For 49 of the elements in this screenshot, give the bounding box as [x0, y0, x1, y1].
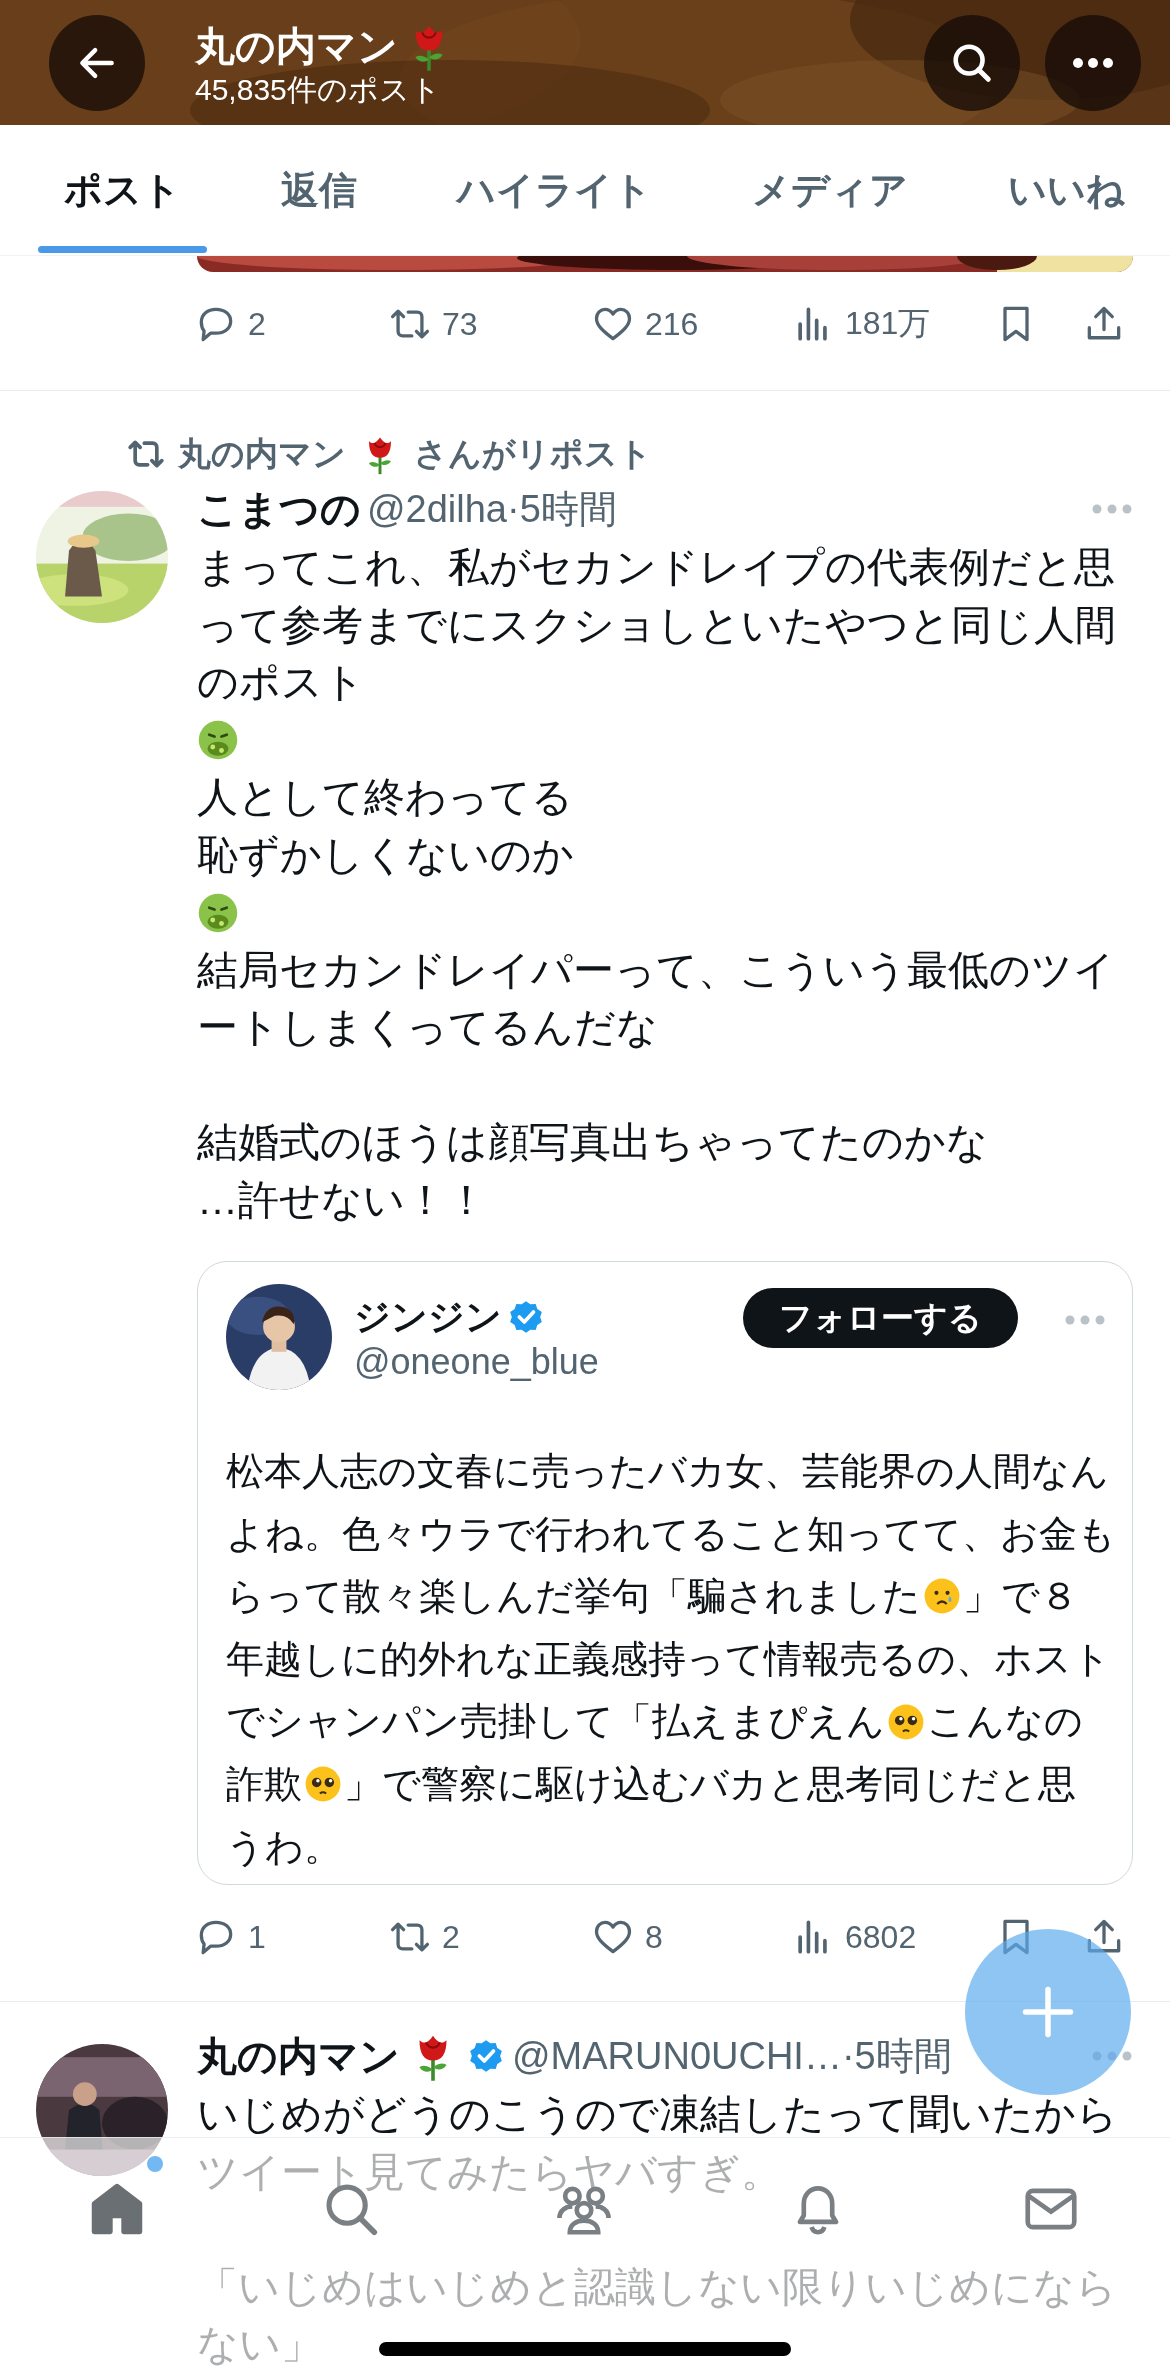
reposter-name[interactable]: 丸の内マン: [178, 431, 346, 477]
like-count: 216: [645, 305, 699, 343]
tab[interactable]: 返信: [255, 125, 383, 255]
post-text: 恥ずかしくないのか: [197, 830, 574, 880]
views-count: 6802: [845, 1918, 917, 1956]
post-count: 45,835件のポスト: [195, 72, 442, 107]
reply-count: 2: [248, 305, 266, 343]
reply-count: 1: [248, 1918, 266, 1956]
repost-count: 73: [442, 305, 478, 343]
pleading-face-icon: [887, 1702, 925, 1741]
quoted-post-text: 」で８: [963, 1574, 1078, 1620]
quoted-post-text: 詐欺: [226, 1761, 302, 1807]
quoted-author-handle: @oneone_blue: [354, 1340, 599, 1384]
quoted-post-text: 松本人志の文春に売ったバカ女、芸能界の人間なん: [226, 1449, 1109, 1494]
quoted-post-text: こんなの: [927, 1699, 1083, 1745]
quoted-post-text: らって散々楽しんだ挙句「騙されました: [226, 1574, 921, 1620]
follow-button[interactable]: フォローする: [743, 1288, 1018, 1348]
quoted-post-card[interactable]: ジンジン @oneone_blue フォローする 松本人志の文春に売ったバカ女、芸能界の人間なん よね。色々ウラで行われてること知ってて、お金も らって散々楽しんだ挙句「騙されました 」で８ 年越しに的外れな正義感持って情報売るの、ホスト でシャンパン売掛して「払えまぴえん こんなの 詐欺 」で警察に駆け込むバカと思考同じだと思 うわ。: [197, 1261, 1133, 1886]
quoted-post-text: よね。色々ウラで行われてること知ってて、お金も: [226, 1511, 1116, 1557]
views-count: 181万: [845, 304, 931, 343]
quoted-post-text: 」で警察に駆け込むバカと思考同じだと思: [344, 1761, 1076, 1807]
author-handle: @MARUN0UCHI…·5時間: [512, 2033, 952, 2079]
repost-label: さんがリポスト: [414, 433, 652, 474]
post-text: 人として終わってる: [197, 773, 573, 822]
profile-name: 丸の内マン: [195, 22, 398, 70]
quoted-post-text: 年越しに的外れな正義感持って情報売るの、ホスト: [226, 1636, 1111, 1682]
author-name[interactable]: こまつの: [197, 481, 361, 537]
nauseated-face-icon: [197, 719, 239, 762]
post-text: 結局セカンドレイパーって、こういう最低のツイートしまくってるんだな: [197, 945, 1116, 1052]
tab[interactable]: いいね: [982, 125, 1151, 255]
quoted-post-text: うわ。: [226, 1824, 342, 1870]
pleading-face-icon: [304, 1765, 342, 1804]
crying-face-icon: [923, 1577, 961, 1616]
tab[interactable]: メディア: [726, 125, 934, 255]
tab[interactable]: ハイライト: [431, 125, 678, 255]
nauseated-face-icon: [197, 891, 239, 934]
like-count: 8: [645, 1918, 663, 1956]
post-text: …許せない！！: [197, 1175, 487, 1225]
post-text: 結婚式のほうは顔写真出ちゃってたのかな: [197, 1118, 988, 1167]
author-name[interactable]: 丸の内マン: [197, 2028, 400, 2084]
tab[interactable]: ポスト: [38, 125, 207, 255]
author-handle: @2dilha·5時間: [367, 486, 617, 532]
post-text: ない」: [197, 2320, 322, 2370]
quoted-post-text: でシャンパン売掛して「払えまぴえん: [226, 1699, 885, 1745]
post-text: まってこれ、私がセカンドレイプの代表例だと思って参考までにスクショしといたやつと同じ人間のポスト: [197, 543, 1117, 707]
post-text: 「いじめはいじめと認識しない限りいじめになら: [197, 2262, 1117, 2312]
repost-count: 2: [442, 1918, 460, 1956]
more-icon: [1071, 56, 1115, 69]
quoted-author-name[interactable]: ジンジン: [354, 1294, 502, 1340]
